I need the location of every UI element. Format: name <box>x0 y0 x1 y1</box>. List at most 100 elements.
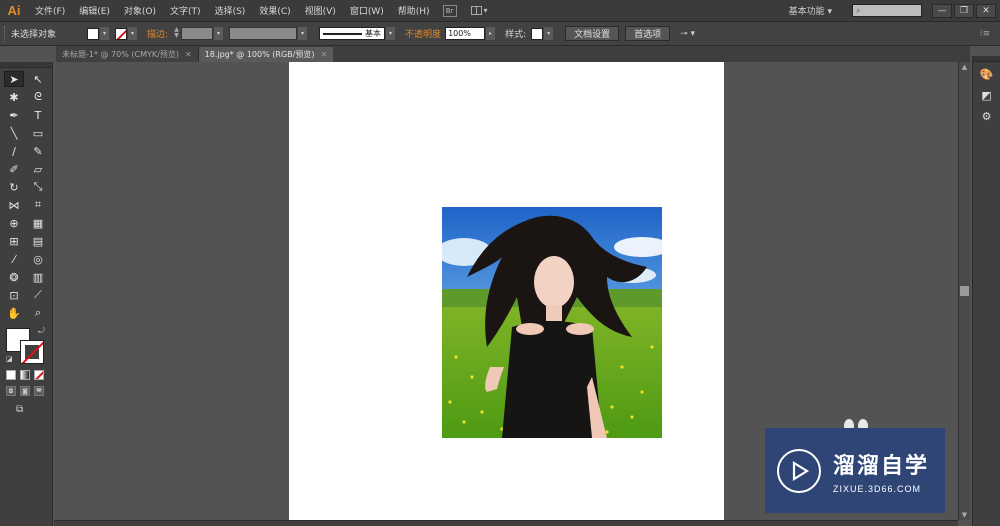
menu-item[interactable]: 文件(F) <box>28 4 72 17</box>
shape-builder-tool[interactable]: ⊕ <box>4 215 24 231</box>
menu-item[interactable]: 对象(O) <box>117 4 163 17</box>
stroke-weight-dropdown[interactable]: ▾ <box>214 27 224 40</box>
symbol-sprayer-tool[interactable]: ❂ <box>4 269 24 285</box>
brush-definition[interactable]: 基本 <box>319 27 386 40</box>
watermark-text: 溜溜自学 ZIXUE.3D66.COM <box>833 448 929 494</box>
pen-tool[interactable]: ✒ <box>4 107 24 123</box>
right-panel-dock: 🎨 ◩ ⚙ <box>972 56 1000 526</box>
draw-behind-icon[interactable]: ◙ <box>20 386 30 396</box>
vertical-scrollbar[interactable]: ▲ ▼ <box>958 62 970 520</box>
default-colors-icon[interactable]: ◪ <box>6 355 13 363</box>
minimize-button[interactable]: — <box>932 3 952 18</box>
fill-dropdown[interactable]: ▾ <box>100 27 109 40</box>
menu-bar: Ai 文件(F) 编辑(E) 对象(O) 文字(T) 选择(S) 效果(C) 视图(V) 窗口… <box>0 0 1000 22</box>
stroke-weight-field[interactable] <box>181 27 214 40</box>
style-dropdown[interactable]: ▾ <box>544 27 554 40</box>
menu-item[interactable]: 帮助(H) <box>391 4 437 17</box>
watermark-title: 溜溜自学 <box>833 453 930 479</box>
tab-18-jpg[interactable]: 18.jpg* @ 100% (RGB/预览) ✕ <box>198 47 334 62</box>
lasso-tool[interactable]: ᘓ <box>28 89 48 105</box>
color-guide-icon[interactable]: ◩ <box>976 86 998 104</box>
stroke-dropdown[interactable]: ▾ <box>128 27 137 40</box>
free-transform-tool[interactable]: ⌗ <box>28 197 48 213</box>
profile-dropdown[interactable]: ▾ <box>298 27 308 40</box>
perspective-grid-tool[interactable]: ▦ <box>28 215 48 231</box>
gradient-button[interactable] <box>20 370 30 380</box>
document-tabs: 未标题-1* @ 70% (CMYK/预览) ✕ 18.jpg* @ 100% (… <box>56 46 970 62</box>
document-setup-button[interactable]: 文档设置 <box>565 26 620 41</box>
placed-photo[interactable] <box>442 207 662 438</box>
tool-grid: ➤ ↖ ✱ ᘓ ✒ T ╲ ▭ ∕ ✎ ✐ ▱ ↻ ⤡ ⋈ ⌗ ⊕ ▦ ⊞ ▤ ⁄ ◎ ❂ ▥ ⊡ ⟋ ✋ ⌕ <box>0 68 52 324</box>
blend-tool[interactable]: ◎ <box>28 251 48 267</box>
stroke-color-box[interactable] <box>20 340 44 364</box>
tab-untitled-1[interactable]: 未标题-1* @ 70% (CMYK/预览) ✕ <box>56 47 199 62</box>
direct-selection-tool[interactable]: ↖ <box>28 71 48 87</box>
stroke-label[interactable]: 描边: <box>147 27 168 40</box>
photo-image <box>442 207 662 438</box>
rectangle-tool[interactable]: ▭ <box>28 125 48 141</box>
opacity-dropdown[interactable]: ▸ <box>486 27 496 40</box>
grip-handle[interactable] <box>4 25 8 42</box>
blob-brush-tool[interactable]: ✐ <box>4 161 24 177</box>
opacity-field[interactable]: 100% <box>445 27 486 40</box>
swap-icon[interactable]: ⤾ <box>38 326 45 336</box>
restore-button[interactable]: ❐ <box>954 3 974 18</box>
gradient-tool[interactable]: ▤ <box>28 233 48 249</box>
menu-item[interactable]: 编辑(E) <box>72 4 117 17</box>
column-graph-tool[interactable]: ▥ <box>28 269 48 285</box>
paintbrush-tool[interactable]: ∕ <box>4 143 24 159</box>
slice-tool[interactable]: ⟋ <box>28 287 48 303</box>
menu-item[interactable]: 文字(T) <box>163 4 208 17</box>
magic-wand-tool[interactable]: ✱ <box>4 89 24 105</box>
menu-item[interactable]: 视图(V) <box>298 4 343 17</box>
variable-width-profile[interactable] <box>229 27 298 40</box>
stroke-swatch[interactable] <box>115 27 127 40</box>
panel-menu-icon[interactable]: ⁝≡ <box>980 29 990 39</box>
type-tool[interactable]: T <box>28 107 48 123</box>
menu-item[interactable]: 窗口(W) <box>343 4 391 17</box>
mesh-tool[interactable]: ⊞ <box>4 233 24 249</box>
appearance-panel-icon[interactable]: ⚙ <box>976 107 998 125</box>
close-button[interactable]: ✕ <box>976 3 996 18</box>
help-search-input[interactable]: ⌕ <box>852 4 922 17</box>
close-icon[interactable]: ✕ <box>320 50 327 59</box>
line-tool[interactable]: ╲ <box>4 125 24 141</box>
menu-item[interactable]: 效果(C) <box>252 4 297 17</box>
arrange-documents-button[interactable]: ▾ <box>470 5 491 17</box>
dock-header[interactable] <box>973 56 1000 62</box>
workspace-label: 基本功能 <box>788 7 825 17</box>
stroke-weight-stepper[interactable]: ▲ ▼ <box>172 27 181 40</box>
width-tool[interactable]: ⋈ <box>4 197 24 213</box>
artboard-tool[interactable]: ⊡ <box>4 287 24 303</box>
scroll-down-icon[interactable]: ▼ <box>959 510 970 520</box>
workspace-switcher[interactable]: 基本功能 ▾ <box>789 4 832 17</box>
artboard[interactable] <box>289 62 724 522</box>
zoom-tool[interactable]: ⌕ <box>28 305 48 321</box>
graphic-style-swatch[interactable] <box>531 27 544 40</box>
none-button[interactable] <box>34 370 44 380</box>
brush-label: 基本 <box>365 29 382 38</box>
draw-normal-icon[interactable]: ◘ <box>6 386 16 396</box>
menu-item[interactable]: 选择(S) <box>208 4 253 17</box>
eraser-tool[interactable]: ▱ <box>28 161 48 177</box>
preferences-button[interactable]: 首选项 <box>625 26 671 41</box>
bridge-button[interactable]: Br <box>442 4 457 17</box>
close-icon[interactable]: ✕ <box>185 50 192 59</box>
eyedropper-tool[interactable]: ⁄ <box>4 251 24 267</box>
opacity-label[interactable]: 不透明度 <box>405 27 441 40</box>
selection-tool[interactable]: ➤ <box>4 71 24 87</box>
brush-dropdown[interactable]: ▾ <box>386 27 396 40</box>
fill-stroke-control: ⤾ ◪ <box>4 326 48 366</box>
arrange-icon[interactable]: ⊸ ▾ <box>680 29 695 39</box>
screen-mode-icon[interactable]: ⧉ <box>16 404 32 416</box>
pencil-tool[interactable]: ✎ <box>28 143 48 159</box>
draw-inside-icon[interactable]: ◚ <box>34 386 44 396</box>
color-button[interactable] <box>6 370 16 380</box>
color-panel-icon[interactable]: 🎨 <box>976 65 998 83</box>
scroll-thumb[interactable] <box>960 286 969 296</box>
rotate-tool[interactable]: ↻ <box>4 179 24 195</box>
hand-tool[interactable]: ✋ <box>4 305 24 321</box>
scroll-up-icon[interactable]: ▲ <box>959 62 970 72</box>
scale-tool[interactable]: ⤡ <box>28 179 48 195</box>
fill-swatch[interactable] <box>87 27 99 40</box>
